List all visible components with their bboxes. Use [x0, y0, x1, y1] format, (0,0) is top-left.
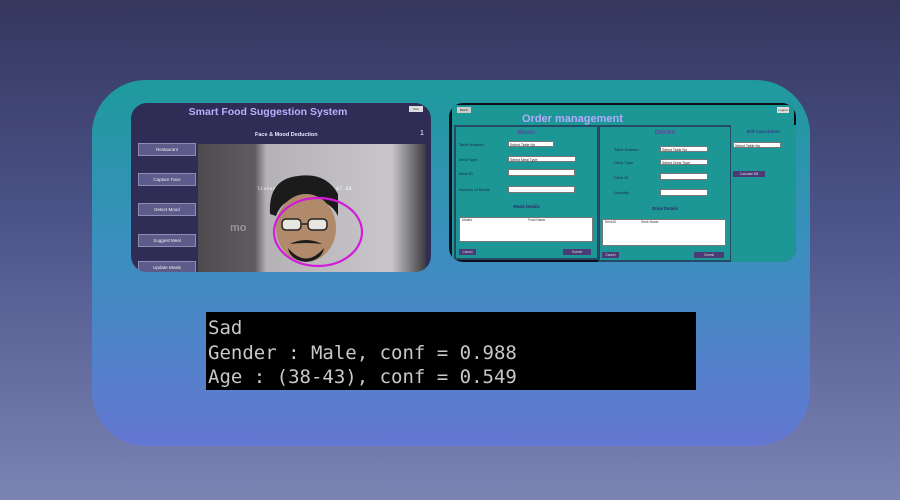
face-mood-subtitle: Face & Mood Deduction [255, 132, 318, 138]
drinks-column-header: DrinkID [605, 220, 616, 224]
drink-id-input[interactable] [660, 173, 708, 180]
meals-details-table: MealId Food Name [459, 217, 593, 242]
bill-table-select[interactable]: Select Table No [733, 142, 781, 148]
meals-submit-button[interactable]: Submit [563, 249, 591, 255]
drink-type-label: Drink Type [614, 160, 634, 165]
quantity-input[interactable] [660, 189, 708, 196]
meal-id-input[interactable] [508, 169, 575, 176]
bill-heading: Bill Calculation [746, 129, 781, 134]
drinks-panel: Drinks Table Number Select Table No Drin… [598, 125, 732, 262]
drinks-table-select[interactable]: Select Table No [660, 146, 708, 152]
meal-type-select[interactable]: Select Meal Type [508, 156, 576, 162]
food-suggestion-screenshot: Smart Food Suggestion System Exit Face &… [131, 103, 431, 272]
drinks-heading: Drinks [654, 129, 676, 136]
update-meals-button[interactable]: Update Meals [138, 261, 196, 272]
food-app-title: Smart Food Suggestion System [188, 106, 348, 118]
face-illustration [269, 175, 364, 268]
order-app-title: Order management [522, 113, 623, 125]
camera-feed: mo living Detection: face = 87.68 [198, 144, 426, 272]
meal-id-label: Meal ID [459, 171, 473, 176]
meals-column-header: Food Name [528, 218, 546, 222]
exit-button[interactable]: Exit [409, 106, 423, 112]
meals-heading: Meals [517, 129, 536, 136]
back-button[interactable]: BACK [457, 107, 471, 113]
drink-type-select[interactable]: Select Drink Type [660, 159, 708, 165]
meals-table-number-label: Table Number [459, 142, 484, 147]
order-app-window: BACK Logout Order management Meals Table… [452, 105, 796, 262]
suggest-meal-button[interactable]: Suggest Meal [138, 234, 196, 247]
drinks-submit-button[interactable]: Submit [694, 252, 724, 258]
meal-type-label: Meal Type [459, 157, 478, 162]
drink-id-label: Drink ID [614, 175, 629, 180]
mood-result-line: Sad [208, 317, 243, 339]
meals-table-select[interactable]: Select Table No [508, 141, 554, 147]
logout-button[interactable]: Logout [777, 107, 789, 113]
capture-face-button[interactable]: Capture Face [138, 173, 196, 186]
drink-details-heading: Drink Details [652, 206, 678, 211]
counter: 1 [420, 130, 424, 137]
drinks-cancel-button[interactable]: Cancel [602, 252, 619, 258]
quantity-label: Quantity [614, 190, 629, 195]
age-result-line: Age : (38-43), conf = 0.549 [208, 366, 517, 388]
restaurant-button[interactable]: Restaurant [138, 143, 196, 156]
number-of-meals-label: Number of Meals [459, 187, 490, 192]
meals-details-heading: Meals Details [513, 204, 540, 209]
drinks-table-number-label: Table Number [614, 147, 639, 152]
terminal-output: Sad Gender : Male, conf = 0.988 Age : (3… [206, 312, 696, 390]
gender-result-line: Gender : Male, conf = 0.988 [208, 341, 517, 364]
drink-details-table: DrinkID Drink Name [602, 219, 726, 246]
order-management-screenshot: BACK Logout Order management Meals Table… [449, 103, 796, 262]
number-of-meals-input[interactable] [508, 186, 575, 193]
calculate-bill-button[interactable]: Calculate Bill [733, 171, 765, 177]
bill-panel: Bill Calculation Select Table No Calcula… [731, 125, 796, 262]
drinks-column-header: Drink Name [641, 220, 659, 224]
meals-cancel-button[interactable]: Cancel [459, 249, 476, 255]
meals-panel: Meals Table Number Select Table No Meal … [454, 125, 599, 260]
detect-mood-button[interactable]: Detect Mood [138, 203, 196, 216]
meals-column-header: MealId [462, 218, 472, 222]
